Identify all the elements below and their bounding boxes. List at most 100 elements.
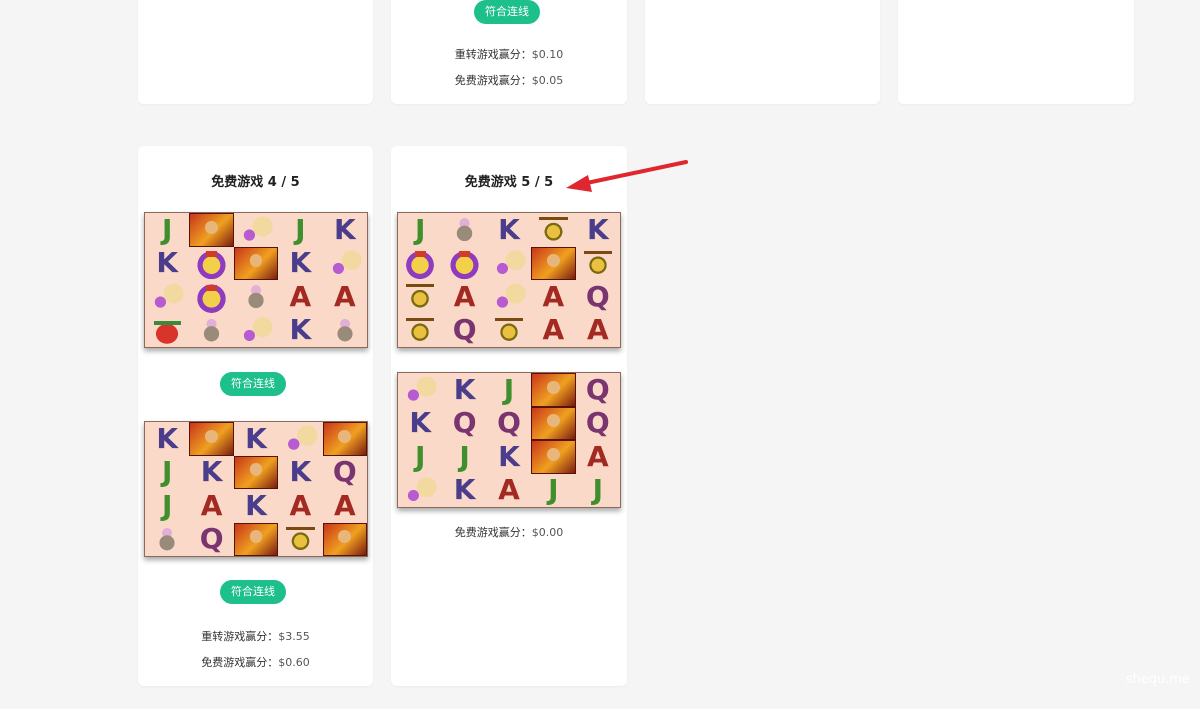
symbol-a: A [333,489,356,522]
symbol-q: Q [497,406,521,440]
fan-symbol-icon [233,213,279,247]
free-score-value: $0.60 [278,656,310,669]
free-score-label: 免费游戏赢分： [201,656,279,669]
symbol-k: K [156,422,179,455]
fan-symbol-icon [398,473,443,507]
wukong-symbol-icon [531,373,576,407]
gong-symbol-icon [398,280,443,314]
symbol-k: K [453,373,476,406]
shrine-symbol-icon [398,246,443,280]
symbol-j: J [414,213,426,246]
match-badge: 符合连线 [474,0,540,24]
symbol-a: A [498,473,520,507]
gong-symbol-icon [398,313,443,347]
free-score-line: 免费游戏赢分：$0.00 [391,524,627,540]
symbol-k: K [409,406,432,440]
symbol-k: K [289,313,312,347]
respin-score-value: $0.10 [531,48,564,61]
symbol-k: K [245,422,267,455]
wukong-symbol-icon [189,422,234,456]
fan-symbol-icon [486,246,532,280]
symbol-j: J [459,440,470,473]
symbol-j: J [295,213,306,246]
card-top-4 [898,0,1134,104]
free-game-5-card: 免费游戏 5 / 5 JKKAAQQAA KJQKQQQJJKAKAJJ 免费游… [391,146,627,686]
symbol-j: J [161,455,173,489]
symbol-k: K [200,455,223,489]
respin-score-label: 重转游戏赢分： [201,630,279,643]
reel-grid: KJQKQQQJJKAKAJJ [397,372,621,508]
wukong-symbol-icon [531,246,576,280]
bag-symbol-icon [233,280,279,314]
symbol-k: K [333,213,356,246]
card-title: 免费游戏 4 / 5 [211,175,300,190]
wukong-symbol-icon [322,422,367,456]
symbol-a: A [200,489,223,522]
bag-symbol-icon [442,213,487,247]
reel-grid: JJKKKAAK [144,212,368,348]
shrine-symbol-icon [189,280,234,314]
symbol-a: A [453,280,476,313]
fan-symbol-icon [486,280,532,314]
match-badge: 符合连线 [220,580,286,604]
symbol-k: K [586,213,609,246]
gong-symbol-icon [575,246,620,280]
symbol-q: Q [332,455,357,489]
symbol-a: A [586,313,609,347]
symbol-j: J [503,373,515,406]
respin-score-line: 重转游戏赢分：$3.55 [138,628,373,644]
wukong-symbol-icon [531,440,576,474]
wukong-symbol-icon [322,522,367,556]
symbol-q: Q [585,406,610,440]
gong-symbol-icon [531,213,576,247]
symbol-a: A [333,280,356,313]
symbol-j: J [592,473,603,507]
bag-symbol-icon [322,313,367,347]
symbol-k: K [498,440,520,473]
gong-symbol-icon [486,313,532,347]
symbol-k: K [453,473,476,507]
symbol-a: A [586,440,609,473]
wukong-symbol-icon [189,213,234,247]
wukong-symbol-icon [233,455,279,489]
fan-symbol-icon [322,246,367,280]
wukong-symbol-icon [233,246,279,280]
free-score-value: $0.05 [531,74,564,87]
respin-score-line: 重转游戏赢分：$0.10 [391,46,627,62]
symbol-j: J [161,213,173,246]
symbol-q: Q [585,280,610,313]
symbol-q: Q [585,373,610,406]
reel-grid: JKKAAQQAA [397,212,621,348]
lantern-symbol-icon [145,313,190,347]
annotation-arrow-icon [566,160,688,192]
symbol-a: A [289,489,312,522]
bag-symbol-icon [189,313,234,347]
reel-grid: KKJKKQJAKAAQ [144,421,368,557]
symbol-k: K [289,455,312,489]
watermark: shequ.me [1125,672,1190,687]
symbol-j: J [414,440,426,473]
fan-symbol-icon [278,422,323,456]
respin-score-label: 重转游戏赢分： [454,48,532,61]
card-top-1 [138,0,373,104]
symbol-a: A [542,280,565,313]
symbol-q: Q [452,313,477,347]
card-top-2: 符合连线 重转游戏赢分：$0.10 免费游戏赢分：$0.05 [391,0,627,104]
free-score-label: 免费游戏赢分： [454,526,532,539]
symbol-j: J [548,473,559,507]
symbol-q: Q [199,522,224,556]
shrine-symbol-icon [189,246,234,280]
free-score-label: 免费游戏赢分： [454,74,532,87]
free-game-4-card: 免费游戏 4 / 5 JJKKKAAK 符合连线 KKJKKQJAKAAQ 符合… [138,146,373,686]
shrine-symbol-icon [442,246,487,280]
bag-symbol-icon [145,522,190,556]
free-score-line: 免费游戏赢分：$0.05 [391,72,627,88]
fan-symbol-icon [398,373,443,407]
fan-symbol-icon [233,313,279,347]
symbol-a: A [542,313,565,347]
fan-symbol-icon [145,280,190,314]
free-score-value: $0.00 [531,526,564,539]
symbol-k: K [289,246,312,280]
wukong-symbol-icon [233,522,279,556]
gong-symbol-icon [278,522,323,556]
